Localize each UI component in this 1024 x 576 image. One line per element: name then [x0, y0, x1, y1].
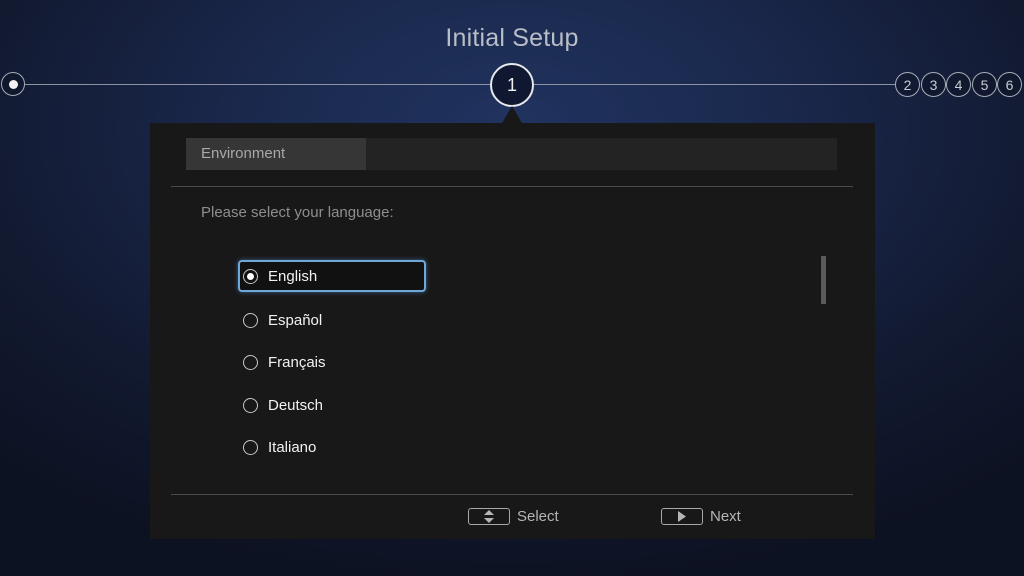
select-hint: Select — [468, 508, 559, 525]
step-completed-indicator — [1, 72, 25, 96]
select-hint-label: Select — [517, 508, 559, 525]
right-key-icon — [661, 508, 703, 525]
radio-unselected-icon — [243, 312, 258, 328]
language-prompt: Please select your language: — [201, 204, 394, 221]
radio-unselected-icon — [243, 354, 258, 370]
language-option-italiano[interactable]: Italiano — [238, 431, 426, 463]
step-4-indicator: 4 — [946, 72, 971, 97]
step-5-indicator: 5 — [972, 72, 997, 97]
tab-environment[interactable]: Environment — [186, 138, 366, 170]
language-option-francais[interactable]: Français — [238, 346, 426, 378]
language-option-label: Español — [268, 311, 323, 329]
step-progress-line — [24, 84, 896, 85]
step-3-indicator: 3 — [921, 72, 946, 97]
top-divider — [171, 186, 853, 187]
language-option-label: Italiano — [268, 438, 317, 456]
list-scrollbar[interactable] — [821, 256, 826, 304]
page-title: Initial Setup — [445, 24, 579, 52]
language-option-label: English — [268, 267, 318, 285]
language-option-deutsch[interactable]: Deutsch — [238, 389, 426, 421]
completed-dot-icon — [8, 79, 18, 89]
radio-selected-icon — [243, 268, 258, 284]
next-hint-label: Next — [710, 508, 741, 525]
setup-panel: Environment Please select your language:… — [150, 123, 875, 539]
step-2-indicator: 2 — [895, 72, 920, 97]
step-6-indicator: 6 — [997, 72, 1022, 97]
radio-unselected-icon — [243, 439, 258, 455]
language-option-label: Français — [268, 353, 326, 371]
bottom-divider — [171, 494, 853, 495]
language-option-espanol[interactable]: Español — [238, 304, 426, 336]
tab-bar: Environment — [186, 138, 837, 170]
radio-unselected-icon — [243, 397, 258, 413]
language-option-english[interactable]: English — [238, 260, 426, 292]
next-hint: Next — [661, 508, 741, 525]
up-down-key-icon — [468, 508, 510, 525]
current-step-pointer — [502, 106, 522, 123]
step-current-indicator: 1 — [490, 63, 534, 107]
language-option-label: Deutsch — [268, 396, 324, 414]
